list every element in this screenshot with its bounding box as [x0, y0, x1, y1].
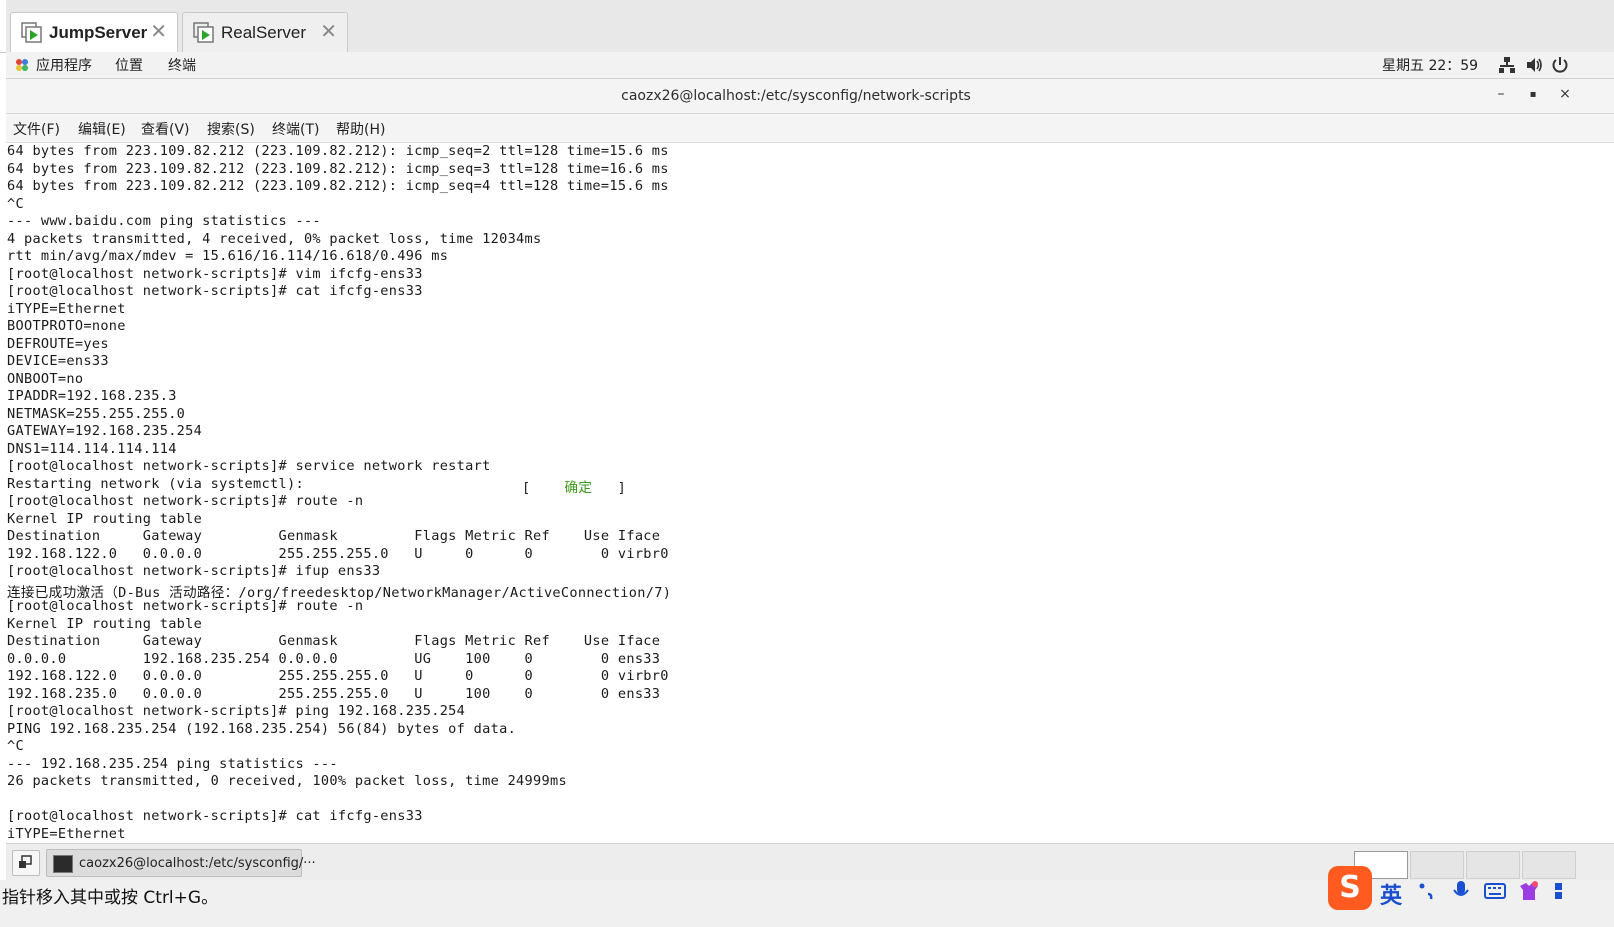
close-icon[interactable]: ✕: [150, 21, 167, 41]
terminal-line: NETMASK=255.255.255.0: [7, 405, 186, 422]
terminal-line: Destination Gateway Genmask Flags Metric…: [7, 633, 661, 649]
keyboard-icon[interactable]: [1484, 880, 1506, 902]
menu-places[interactable]: 位置: [115, 55, 143, 75]
terminal-line: [root@localhost network-scripts]# ping 1…: [7, 703, 466, 719]
status-bracket-close: ]: [617, 479, 627, 496]
terminal-line: iTYPE=Ethernet: [7, 300, 126, 317]
status-ok-label: 确定: [564, 479, 593, 496]
menu-applications[interactable]: 应用程序: [36, 55, 92, 75]
tab-label: JumpServer: [49, 23, 148, 42]
gnome-top-bar: 应用程序 位置 终端 星期五 22：59: [6, 52, 1614, 79]
terminal-line: Restarting network (via systemctl):: [7, 475, 304, 492]
tab-bar-edge: [0, 0, 6, 52]
close-button[interactable]: ×: [1556, 86, 1574, 102]
terminal-line: Destination Gateway Genmask Flags Metric…: [7, 528, 661, 544]
terminal-line: iTYPE=Ethernet: [7, 825, 126, 842]
terminal-output[interactable]: 64 bytes from 223.109.82.212 (223.109.82…: [6, 143, 1614, 843]
volume-icon[interactable]: [1525, 56, 1543, 74]
maximize-button[interactable]: ▪: [1524, 89, 1542, 100]
show-desktop-button[interactable]: [12, 850, 40, 876]
terminal-line: rtt min/avg/max/mdev = 15.616/16.114/16.…: [7, 248, 449, 264]
terminal-line: [root@localhost network-scripts]# vim if…: [7, 265, 423, 282]
terminal-line: GATEWAY=192.168.235.254: [7, 423, 203, 439]
show-desktop-icon: [19, 855, 32, 868]
terminal-line: 连接已成功激活（D-Bus 活动路径：/org/freedesktop/Netw…: [7, 584, 672, 601]
terminal-line: 64 bytes from 223.109.82.212 (223.109.82…: [7, 178, 669, 194]
tab-jumpserver[interactable]: JumpServer ✕: [10, 12, 178, 52]
taskbar-terminal-window[interactable]: caozx26@localhost:/etc/sysconfig/···: [46, 849, 316, 877]
terminal-line: Kernel IP routing table: [7, 510, 203, 527]
status-bracket-open: [: [522, 479, 531, 496]
vm-running-icon: [21, 22, 42, 43]
terminal-line: BOOTPROTO=none: [7, 318, 126, 334]
terminal-line: ^C: [7, 195, 24, 212]
terminal-line: [root@localhost network-scripts]# cat if…: [7, 808, 423, 824]
menu-search[interactable]: 搜索(S): [207, 119, 255, 139]
tab-label: RealServer: [221, 23, 307, 42]
terminal-line: ^C: [7, 738, 24, 754]
terminal-line: 26 packets transmitted, 0 received, 100%…: [7, 773, 567, 789]
punctuation-icon[interactable]: [1416, 880, 1438, 902]
terminal-line: [root@localhost network-scripts]# ifup e…: [7, 563, 381, 579]
terminal-menubar: 文件(F) 编辑(E) 查看(V) 搜索(S) 终端(T) 帮助(H): [6, 114, 1614, 143]
terminal-line: [root@localhost network-scripts]# servic…: [7, 458, 491, 474]
terminal-line: [root@localhost network-scripts]# cat if…: [7, 283, 423, 299]
terminal-line: DNS1=114.114.114.114: [7, 440, 177, 457]
terminal-line: PING 192.168.235.254 (192.168.235.254) 5…: [7, 720, 517, 737]
window-title: caozx26@localhost:/etc/sysconfig/network…: [621, 88, 971, 104]
menu-help[interactable]: 帮助(H): [336, 119, 385, 139]
terminal-line: Kernel IP routing table: [7, 615, 203, 632]
vm-running-icon: [193, 22, 214, 43]
terminal-line: 0.0.0.0 192.168.235.254 0.0.0.0 UG 100 0…: [7, 650, 661, 667]
terminal-line: IPADDR=192.168.235.3: [7, 388, 177, 404]
toolbox-icon[interactable]: [1552, 880, 1574, 902]
clock[interactable]: 星期五 22：59: [1382, 55, 1478, 75]
terminal-line: --- 192.168.235.254 ping statistics ---: [7, 755, 338, 772]
terminal-icon: [53, 855, 73, 873]
skin-icon[interactable]: [1518, 880, 1540, 902]
ime-toolbar[interactable]: S 英: [1324, 862, 1614, 927]
terminal-line: 64 bytes from 223.109.82.212 (223.109.82…: [7, 160, 669, 177]
terminal-line: DEVICE=ens33: [7, 353, 109, 369]
window-titlebar[interactable]: caozx26@localhost:/etc/sysconfig/network…: [6, 79, 1614, 114]
tab-realserver[interactable]: RealServer ✕: [182, 12, 348, 52]
terminal-line: 64 bytes from 223.109.82.212 (223.109.82…: [7, 143, 669, 159]
menu-edit[interactable]: 编辑(E): [78, 119, 126, 139]
vm-tab-bar: JumpServer ✕ RealServer ✕: [0, 0, 1614, 53]
close-icon[interactable]: ✕: [320, 21, 337, 41]
terminal-line: DEFROUTE=yes: [7, 335, 109, 352]
minimize-button[interactable]: –: [1492, 86, 1510, 102]
network-icon[interactable]: [1498, 56, 1516, 74]
menu-view[interactable]: 查看(V): [141, 119, 190, 139]
terminal-line: 4 packets transmitted, 4 received, 0% pa…: [7, 230, 542, 247]
terminal-line: 192.168.235.0 0.0.0.0 255.255.255.0 U 10…: [7, 685, 661, 702]
sogou-logo-icon[interactable]: S: [1328, 866, 1372, 910]
terminal-line: 192.168.122.0 0.0.0.0 255.255.255.0 U 0 …: [7, 545, 669, 562]
microphone-icon[interactable]: [1450, 880, 1472, 902]
terminal-line: ONBOOT=no: [7, 370, 84, 387]
task-label: caozx26@localhost:/etc/sysconfig/···: [79, 856, 316, 871]
ime-language[interactable]: 英: [1380, 878, 1402, 910]
status-hint: 指针移入其中或按 Ctrl+G。: [2, 888, 219, 908]
terminal-line: [root@localhost network-scripts]# route …: [7, 598, 364, 614]
terminal-line: 192.168.122.0 0.0.0.0 255.255.255.0 U 0 …: [7, 668, 669, 684]
menu-terminal[interactable]: 终端(T): [272, 119, 319, 139]
service-status-ok: [ 确定 ]: [522, 476, 627, 496]
terminal-line: --- www.baidu.com ping statistics ---: [7, 213, 321, 229]
menu-terminal[interactable]: 终端: [168, 55, 196, 75]
terminal-line: [root@localhost network-scripts]# route …: [7, 493, 364, 509]
menu-file[interactable]: 文件(F): [13, 119, 60, 139]
applications-icon: [16, 59, 28, 71]
power-icon[interactable]: [1551, 56, 1569, 74]
